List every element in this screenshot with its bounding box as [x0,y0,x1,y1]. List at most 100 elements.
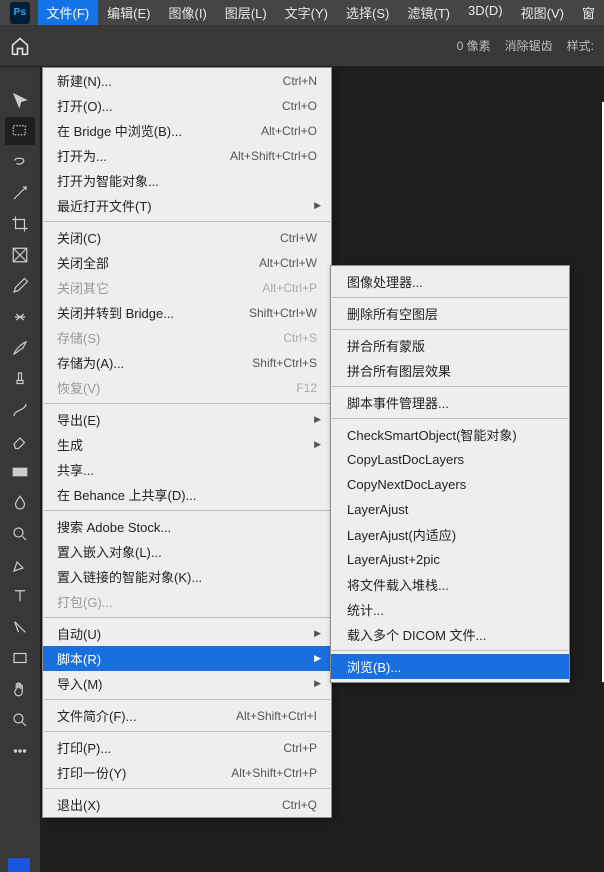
menu-滤镜(T)[interactable]: 滤镜(T) [398,0,459,25]
menu-item-存储为(A)...[interactable]: 存储为(A)...Shift+Ctrl+S [43,350,331,375]
submenu-item-CheckSmartObject(智能对象)[interactable]: CheckSmartObject(智能对象) [331,422,569,447]
tool-dodge[interactable] [5,520,35,548]
menu-item-label: 存储(S) [57,328,100,347]
menu-item-脚本(R)[interactable]: 脚本(R) [43,646,331,671]
menu-item-自动(U)[interactable]: 自动(U) [43,621,331,646]
menu-item-打开(O)...[interactable]: 打开(O)...Ctrl+O [43,93,331,118]
tool-brush[interactable] [5,334,35,362]
menu-item-共享...[interactable]: 共享... [43,457,331,482]
tool-lasso[interactable] [5,148,35,176]
menu-item-打开为...[interactable]: 打开为... Alt+Shift+Ctrl+O [43,143,331,168]
menu-item-关闭全部[interactable]: 关闭全部Alt+Ctrl+W [43,250,331,275]
submenu-item-拼合所有蒙版[interactable]: 拼合所有蒙版 [331,333,569,358]
submenu-item-LayerAjust(内适应)[interactable]: LayerAjust(内适应) [331,522,569,547]
menu-item-label: 新建(N)... [57,71,112,90]
tool-stamp[interactable] [5,365,35,393]
menu-文件(F)[interactable]: 文件(F) [38,0,99,25]
home-icon[interactable] [10,36,30,56]
tool-eraser[interactable] [5,427,35,455]
menu-item-置入嵌入对象(L)...[interactable]: 置入嵌入对象(L)... [43,539,331,564]
menu-item-label: 存储为(A)... [57,353,124,372]
tool-wand[interactable] [5,179,35,207]
menu-3D(D)[interactable]: 3D(D) [459,0,512,25]
menu-item-label: 打印一份(Y) [57,763,126,782]
menu-item-关闭并转到 Bridge...[interactable]: 关闭并转到 Bridge...Shift+Ctrl+W [43,300,331,325]
submenu-item-浏览(B)...[interactable]: 浏览(B)... [331,654,569,679]
tool-type[interactable] [5,582,35,610]
submenu-item-将文件载入堆栈...[interactable]: 将文件载入堆栈... [331,572,569,597]
menu-文字(Y)[interactable]: 文字(Y) [276,0,337,25]
menu-item-新建(N)...[interactable]: 新建(N)...Ctrl+N [43,68,331,93]
foreground-color-swatch[interactable] [8,858,30,872]
menu-item-label: 在 Behance 上共享(D)... [57,485,196,504]
menu-item-shortcut: Alt+Ctrl+P [262,281,317,295]
menu-item-导入(M)[interactable]: 导入(M) [43,671,331,696]
menu-item-label: 自动(U) [57,624,101,643]
submenu-item-拼合所有图层效果[interactable]: 拼合所有图层效果 [331,358,569,383]
menu-item-搜索 Adobe Stock...[interactable]: 搜索 Adobe Stock... [43,514,331,539]
menu-item-打印(P)...[interactable]: 打印(P)... Ctrl+P [43,735,331,760]
menu-item-shortcut: Ctrl+O [282,99,317,113]
menu-编辑(E)[interactable]: 编辑(E) [98,0,159,25]
tool-zoom[interactable] [5,706,35,734]
menu-item-在 Bridge 中浏览(B)...[interactable]: 在 Bridge 中浏览(B)...Alt+Ctrl+O [43,118,331,143]
menu-item-label: 打开为... [57,146,107,165]
tool-blur[interactable] [5,489,35,517]
menu-item-shortcut: Alt+Shift+Ctrl+O [230,149,317,163]
menu-item-shortcut: Alt+Shift+Ctrl+I [236,709,317,723]
menu-item-退出(X)[interactable]: 退出(X)Ctrl+Q [43,792,331,817]
tool-heal[interactable] [5,303,35,331]
tool-move[interactable] [5,86,35,114]
submenu-item-CopyNextDocLayers[interactable]: CopyNextDocLayers [331,472,569,497]
menu-图像(I)[interactable]: 图像(I) [160,0,216,25]
menu-item-最近打开文件(T)[interactable]: 最近打开文件(T) [43,193,331,218]
menu-item-导出(E)[interactable]: 导出(E) [43,407,331,432]
menu-窗[interactable]: 窗 [573,0,604,25]
tool-path[interactable] [5,613,35,641]
tool-crop[interactable] [5,210,35,238]
menu-item-shortcut: F12 [296,381,317,395]
submenu-item-CopyLastDocLayers[interactable]: CopyLastDocLayers [331,447,569,472]
menu-视图(V)[interactable]: 视图(V) [512,0,573,25]
tool-gradient[interactable] [5,458,35,486]
menu-item-生成[interactable]: 生成 [43,432,331,457]
submenu-item-LayerAjust[interactable]: LayerAjust [331,497,569,522]
menu-item-shortcut: Alt+Ctrl+W [259,256,317,270]
submenu-item-删除所有空图层[interactable]: 删除所有空图层 [331,301,569,326]
submenu-item-载入多个 DICOM 文件...[interactable]: 载入多个 DICOM 文件... [331,622,569,647]
submenu-item-脚本事件管理器...[interactable]: 脚本事件管理器... [331,390,569,415]
menu-separator [44,699,330,700]
menu-item-label: 生成 [57,435,83,454]
submenu-item-LayerAjust+2pic[interactable]: LayerAjust+2pic [331,547,569,572]
tool-more[interactable] [5,737,35,765]
menu-item-打包(G)...: 打包(G)... [43,589,331,614]
tool-marquee[interactable] [5,117,35,145]
tool-eyedrop[interactable] [5,272,35,300]
submenu-item-图像处理器...[interactable]: 图像处理器... [331,269,569,294]
menu-item-打印一份(Y)[interactable]: 打印一份(Y)Alt+Shift+Ctrl+P [43,760,331,785]
tool-rect[interactable] [5,644,35,672]
menu-item-label: 关闭其它 [57,278,109,297]
menu-item-关闭(C)[interactable]: 关闭(C)Ctrl+W [43,225,331,250]
menu-separator [44,221,330,222]
pixel-value: 0 像素 [457,37,491,54]
menu-item-打开为智能对象...[interactable]: 打开为智能对象... [43,168,331,193]
menu-item-label: 导入(M) [57,674,103,693]
tool-hand[interactable] [5,675,35,703]
menu-item-关闭其它: 关闭其它 Alt+Ctrl+P [43,275,331,300]
menu-选择(S)[interactable]: 选择(S) [337,0,398,25]
menu-item-文件简介(F)...[interactable]: 文件简介(F)...Alt+Shift+Ctrl+I [43,703,331,728]
tool-history[interactable] [5,396,35,424]
menu-item-label: 恢复(V) [57,378,100,397]
menu-item-shortcut: Ctrl+P [283,741,317,755]
style-label[interactable]: 样式: [567,37,594,54]
menu-item-在 Behance 上共享(D)...[interactable]: 在 Behance 上共享(D)... [43,482,331,507]
menu-item-label: 打开为智能对象... [57,171,159,190]
menu-item-label: 打印(P)... [57,738,111,757]
tool-pen[interactable] [5,551,35,579]
submenu-item-统计...[interactable]: 统计... [331,597,569,622]
antialias-label[interactable]: 消除锯齿 [505,37,553,54]
tool-frame[interactable] [5,241,35,269]
menu-item-置入链接的智能对象(K)...[interactable]: 置入链接的智能对象(K)... [43,564,331,589]
menu-图层(L)[interactable]: 图层(L) [216,0,276,25]
